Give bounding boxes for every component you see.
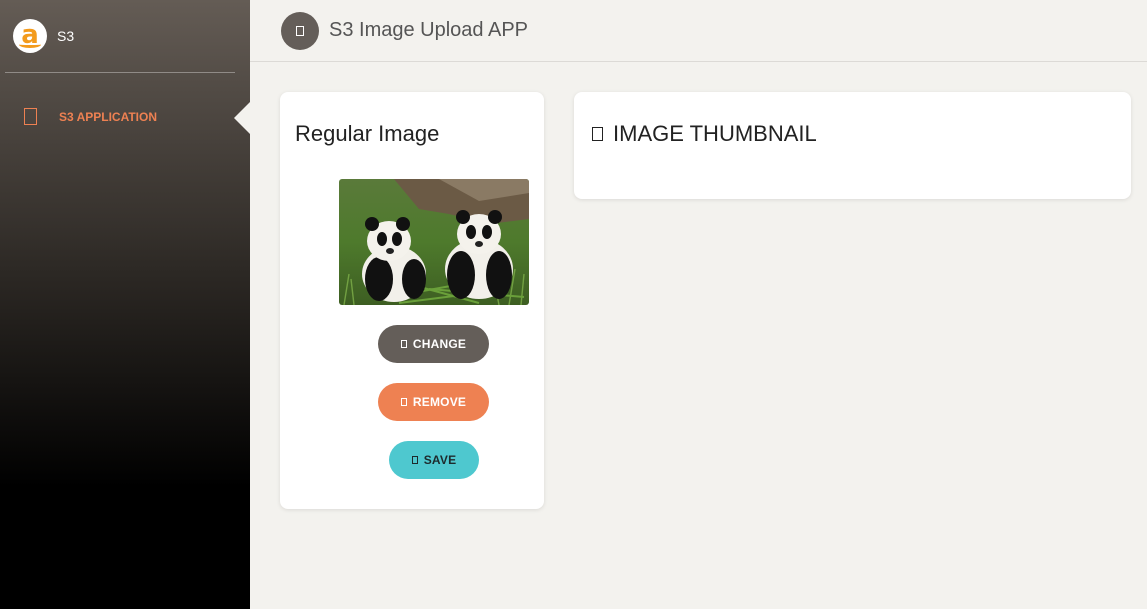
save-button[interactable]: SAVE — [389, 441, 479, 479]
sidebar: a S3 S3 APPLICATION — [0, 0, 250, 609]
amazon-logo-icon: a — [13, 19, 47, 53]
page-title: S3 Image Upload APP — [329, 19, 529, 41]
regular-image-card: Regular Image CHANGE REMOVE SAVE — [280, 92, 544, 509]
change-icon — [400, 340, 407, 348]
save-icon — [411, 456, 418, 464]
image-thumbnail-card: IMAGE THUMBNAIL — [574, 92, 1131, 199]
app-icon — [24, 108, 37, 125]
brand[interactable]: a S3 — [13, 19, 74, 53]
save-button-label: SAVE — [423, 453, 457, 467]
panda-photo — [339, 179, 529, 305]
brand-name: S3 — [57, 28, 75, 44]
top-bar: S3 Image Upload APP — [250, 0, 1147, 62]
menu-button[interactable] — [281, 12, 319, 50]
remove-button-label: REMOVE — [412, 395, 467, 409]
regular-image-title: Regular Image — [295, 121, 440, 146]
sidebar-item-s3-application[interactable]: S3 APPLICATION — [24, 108, 157, 125]
image-icon — [592, 127, 603, 141]
sidebar-item-label: S3 APPLICATION — [59, 109, 158, 124]
menu-icon — [296, 26, 304, 36]
remove-icon — [400, 398, 407, 406]
thumbnail-heading: IMAGE THUMBNAIL — [592, 121, 817, 147]
remove-button[interactable]: REMOVE — [378, 383, 489, 421]
change-button-label: CHANGE — [412, 337, 467, 351]
change-button[interactable]: CHANGE — [378, 325, 489, 363]
sidebar-divider — [5, 72, 235, 73]
thumbnail-title: IMAGE THUMBNAIL — [613, 121, 817, 146]
active-nav-caret — [234, 102, 250, 134]
